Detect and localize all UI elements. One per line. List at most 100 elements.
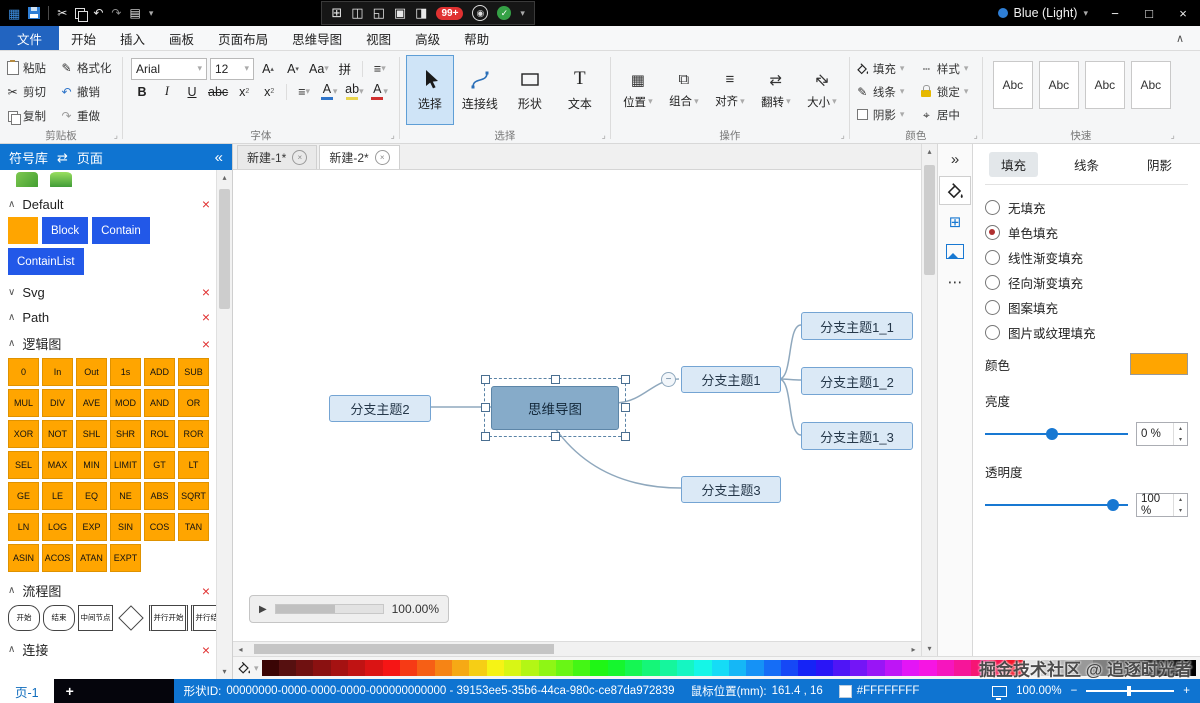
close-icon[interactable]: × [202, 284, 210, 300]
font-size-select[interactable]: 12 ▾ [210, 57, 254, 80]
scroll-thumb[interactable] [254, 644, 554, 654]
theme-selector[interactable]: Blue (Light) ▾ [988, 6, 1098, 20]
fill-color-button[interactable]: 填充 ▾ [852, 57, 916, 80]
logic-symbol[interactable]: AVE [76, 389, 107, 417]
menu-tab[interactable]: 画板 [157, 26, 206, 50]
cut-icon[interactable]: ✂ [57, 7, 67, 19]
tab-document-2[interactable]: 新建-2* × [319, 145, 400, 169]
mindmap-node-left[interactable]: 分支主题2 [329, 395, 431, 422]
slider-thumb[interactable] [1106, 499, 1119, 511]
screen-icon[interactable]: ◨ [415, 5, 427, 21]
selection-handle[interactable] [621, 375, 630, 384]
logic-symbol[interactable]: NE [110, 482, 141, 510]
redo-icon[interactable]: ↷ [111, 7, 121, 19]
logic-symbol[interactable]: 1s [110, 358, 141, 386]
logic-symbol[interactable]: SIN [110, 513, 141, 541]
mindmap-center-node[interactable]: 思维导图 [491, 386, 619, 430]
center-button[interactable]: ⌖ 居中 [916, 103, 980, 126]
dialog-launcher-icon[interactable]: ⌟ [841, 130, 845, 141]
palette-swatch[interactable] [434, 660, 452, 676]
menu-tab[interactable]: 高级 [403, 26, 452, 50]
bucket-icon[interactable] [237, 661, 251, 675]
palette-swatch[interactable] [278, 660, 297, 676]
section-logic[interactable]: ∧ 逻辑图 × [8, 334, 210, 353]
expand-panel-icon[interactable]: » [940, 146, 970, 173]
symbol-containlist[interactable]: ContainList [8, 248, 84, 275]
mindmap-node-bottom[interactable]: 分支主题3 [681, 476, 781, 503]
logic-symbol[interactable]: EXPT [110, 544, 141, 572]
palette-swatch[interactable] [625, 660, 643, 676]
minimize-button[interactable]: − [1098, 0, 1132, 26]
logic-symbol[interactable]: SHL [76, 420, 107, 448]
section-svg[interactable]: ∨ Svg × [8, 284, 210, 300]
logic-symbol[interactable]: SUB [178, 358, 209, 386]
superscript-button[interactable]: x2 [258, 82, 280, 102]
phonetic-button[interactable]: 拼 [334, 59, 356, 79]
logic-symbol[interactable]: ASIN [8, 544, 39, 572]
arrange-panel-icon[interactable]: ⊞ [940, 208, 970, 235]
radio-icon[interactable] [985, 300, 1000, 315]
highlight-color-button[interactable]: ab ▾ [343, 82, 365, 102]
toolbar-dropdown-icon[interactable]: ▾ [149, 8, 154, 19]
logic-symbol[interactable]: EXP [76, 513, 107, 541]
scroll-up-icon[interactable]: ▴ [922, 144, 937, 159]
status-ok-icon[interactable]: ✓ [497, 6, 512, 20]
logic-symbol[interactable]: LOG [42, 513, 73, 541]
chevron-down-icon[interactable]: ▾ [254, 663, 259, 674]
zoom-in-icon[interactable]: + [1183, 685, 1190, 697]
camera-icon[interactable]: ◫ [351, 5, 363, 21]
list-style-button[interactable]: ≡ ▾ [293, 82, 315, 102]
quick-style-sample[interactable]: Abc [1038, 61, 1079, 109]
menu-tab[interactable]: 思维导图 [280, 26, 354, 50]
logic-symbol[interactable]: ROL [144, 420, 175, 448]
collapse-sidebar-icon[interactable]: « [215, 149, 223, 166]
section-path[interactable]: ∧ Path × [8, 309, 210, 325]
radio-icon[interactable] [985, 250, 1000, 265]
close-icon[interactable]: × [202, 336, 210, 352]
dialog-launcher-icon[interactable]: ⌟ [114, 130, 118, 141]
logic-symbol[interactable]: GE [8, 482, 39, 510]
close-icon[interactable]: × [202, 642, 210, 658]
scroll-thumb[interactable] [924, 165, 935, 275]
selection-handle[interactable] [621, 432, 630, 441]
radio-icon[interactable] [985, 325, 1000, 340]
spin-up-icon[interactable]: ▴ [1174, 423, 1187, 434]
op-button-size[interactable]: ⇄ 大小 ▾ [799, 55, 845, 125]
palette-swatch[interactable] [659, 660, 678, 676]
tab-pages[interactable]: 页面 [77, 148, 103, 167]
logic-symbol[interactable]: MAX [42, 451, 73, 479]
menu-tab[interactable]: 插入 [108, 26, 157, 50]
palette-swatch[interactable] [763, 660, 781, 676]
strikethrough-button[interactable]: abc [206, 82, 230, 102]
scroll-down-icon[interactable]: ▾ [217, 664, 232, 679]
logic-symbol[interactable]: ROR [178, 420, 209, 448]
palette-swatch[interactable] [607, 660, 626, 676]
connector-tool-button[interactable]: 连接线 [456, 55, 504, 125]
play-icon[interactable]: ▶ [259, 604, 267, 615]
close-tab-icon[interactable]: × [374, 150, 390, 165]
mindmap-node-child3[interactable]: 分支主题1_3 [801, 422, 913, 450]
logic-symbol[interactable]: DIV [42, 389, 73, 417]
board-icon[interactable]: ▤ [129, 7, 140, 19]
tab-document-1[interactable]: 新建-1* × [237, 145, 318, 169]
logic-symbol[interactable]: ACOS [42, 544, 73, 572]
shrink-font-button[interactable]: A ▾ [282, 59, 304, 79]
swap-icon[interactable]: ⇄ [57, 151, 68, 164]
palette-swatch[interactable] [590, 660, 608, 676]
bold-button[interactable]: B [131, 82, 153, 102]
op-button-group[interactable]: ⧉ 组合 ▾ [661, 55, 707, 125]
drawing-canvas[interactable]: 思维导图 分支主题2 分支主题1 分支主题1_1 分支主题1_2 分支主题1_3… [233, 170, 921, 641]
accessibility-icon[interactable]: ◉ [472, 5, 489, 21]
collapse-ribbon-icon[interactable]: ∧ [1160, 26, 1200, 50]
underline-button[interactable]: U [181, 82, 203, 102]
image-panel-icon[interactable] [940, 238, 970, 265]
tab-fill[interactable]: 填充 [989, 152, 1039, 177]
zoom-slider[interactable] [1086, 686, 1175, 696]
palette-swatch[interactable] [832, 660, 851, 676]
collapse-branch-button[interactable]: − [661, 372, 676, 387]
close-button[interactable]: × [1166, 0, 1200, 26]
scroll-left-icon[interactable]: ◂ [233, 645, 248, 654]
fill-option[interactable]: 单色填充 [985, 220, 1188, 245]
palette-swatch[interactable] [573, 660, 591, 676]
logic-symbol[interactable]: 0 [8, 358, 39, 386]
